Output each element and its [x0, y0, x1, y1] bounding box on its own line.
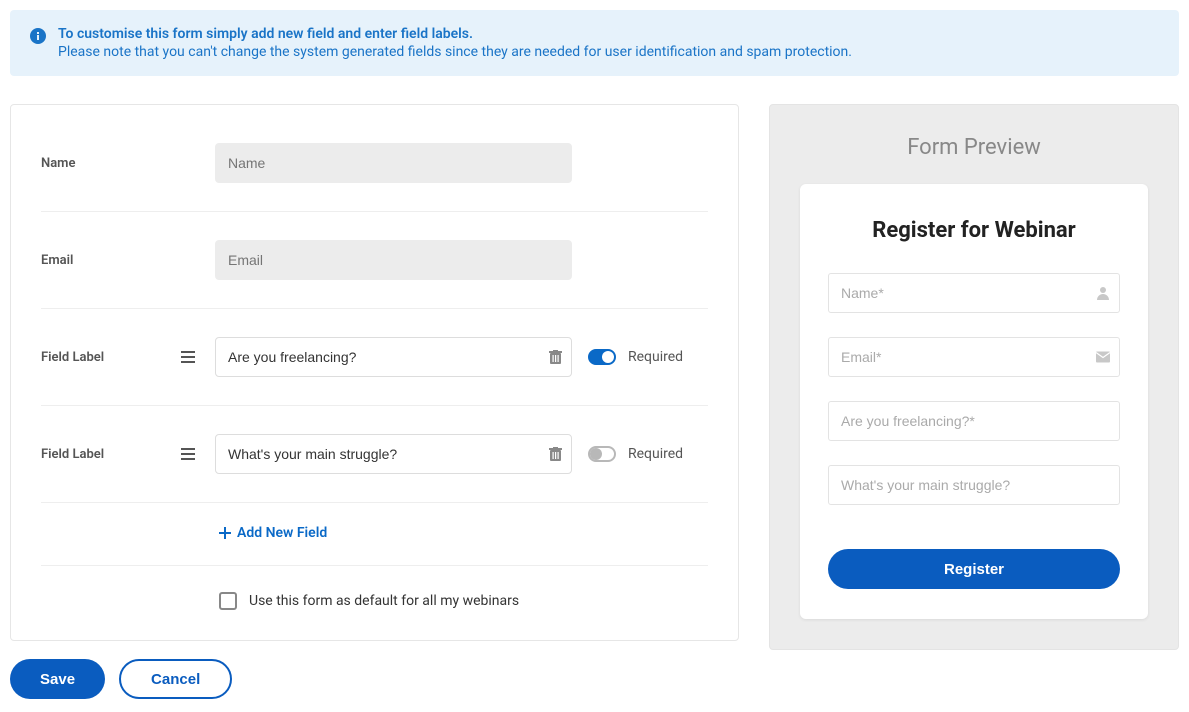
name-row: Name — [41, 135, 708, 212]
add-field-row: Add New Field — [41, 503, 708, 566]
add-new-label: Add New Field — [237, 525, 327, 541]
custom-field-row: Field Label Required — [41, 406, 708, 503]
default-checkbox-label: Use this form as default for all my webi… — [249, 593, 519, 609]
preview-name-field — [828, 273, 1120, 313]
actions-row: Save Cancel — [10, 659, 739, 699]
drag-handle[interactable] — [177, 448, 199, 460]
save-button[interactable]: Save — [10, 659, 105, 699]
preview-card: Register for Webinar — [800, 184, 1148, 619]
name-label: Name — [41, 156, 161, 171]
form-preview-panel: Form Preview Register for Webinar — [769, 104, 1179, 650]
info-banner: To customise this form simply add new fi… — [10, 10, 1179, 76]
info-icon — [30, 28, 46, 60]
preview-name-input[interactable] — [828, 273, 1120, 313]
email-row: Email — [41, 212, 708, 309]
preview-email-input[interactable] — [828, 337, 1120, 377]
preview-custom-field — [828, 401, 1120, 441]
field-label-text: Field Label — [41, 447, 161, 462]
name-input — [215, 143, 572, 183]
required-label: Required — [628, 446, 683, 462]
email-label: Email — [41, 253, 161, 268]
add-new-field-button[interactable]: Add New Field — [219, 525, 327, 541]
drag-handle[interactable] — [177, 351, 199, 363]
preview-custom-field — [828, 465, 1120, 505]
form-editor: Name Email Field Label — [10, 104, 739, 641]
preview-custom-input[interactable] — [828, 401, 1120, 441]
mail-icon — [1096, 352, 1110, 363]
info-text: To customise this form simply add new fi… — [58, 26, 852, 60]
required-toggle[interactable] — [588, 446, 616, 462]
email-input — [215, 240, 572, 280]
default-checkbox[interactable] — [219, 592, 237, 610]
plus-icon — [219, 527, 231, 539]
preview-card-title: Register for Webinar — [828, 218, 1120, 243]
field-label-text: Field Label — [41, 350, 161, 365]
custom-field-row: Field Label Required — [41, 309, 708, 406]
preview-custom-input[interactable] — [828, 465, 1120, 505]
trash-icon[interactable] — [549, 350, 562, 364]
info-line1: To customise this form simply add new fi… — [58, 26, 852, 42]
user-icon — [1096, 286, 1110, 300]
custom-field-input[interactable] — [215, 337, 572, 377]
preview-email-field — [828, 337, 1120, 377]
trash-icon[interactable] — [549, 447, 562, 461]
preview-title: Form Preview — [800, 135, 1148, 160]
info-line2: Please note that you can't change the sy… — [58, 44, 852, 60]
default-checkbox-row: Use this form as default for all my webi… — [219, 566, 708, 610]
register-button[interactable]: Register — [828, 549, 1120, 589]
required-label: Required — [628, 349, 683, 365]
custom-field-input[interactable] — [215, 434, 572, 474]
cancel-button[interactable]: Cancel — [119, 659, 232, 699]
required-toggle[interactable] — [588, 349, 616, 365]
